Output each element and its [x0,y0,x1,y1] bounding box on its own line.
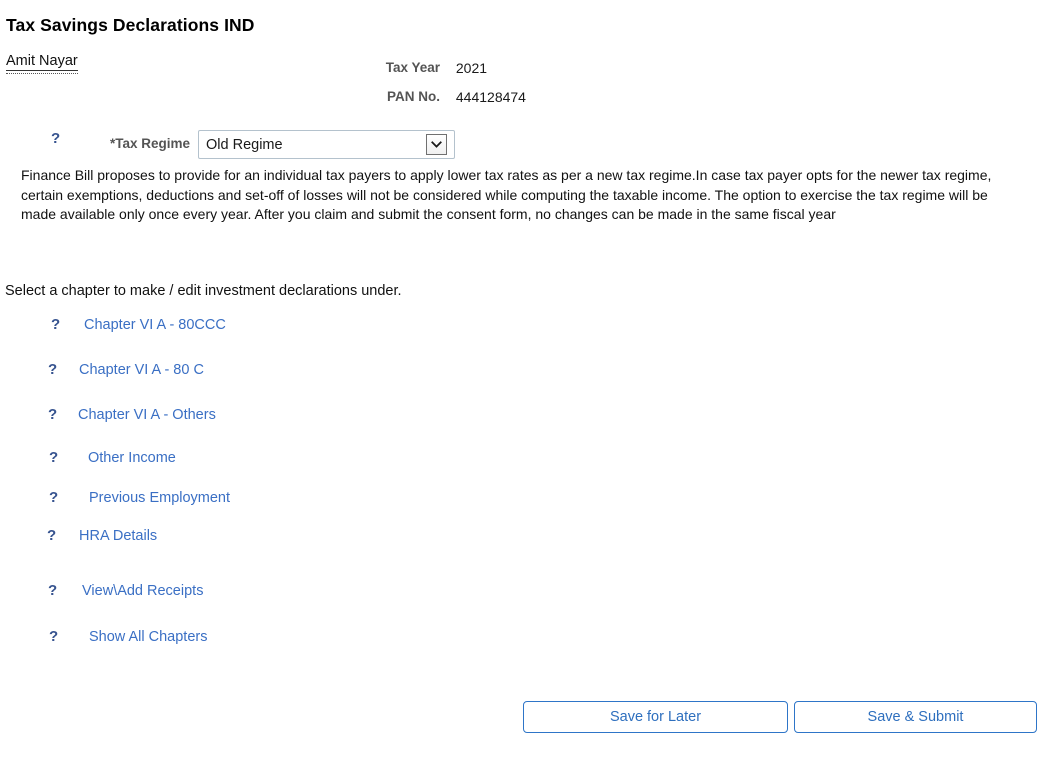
tax-year-row: Tax Year 2021 [300,60,526,89]
chapter-link[interactable]: HRA Details [79,528,157,544]
help-question-icon[interactable]: ? [49,490,58,505]
help-question-icon[interactable]: ? [48,362,57,377]
chapter-link[interactable]: Chapter VI A - 80 C [79,362,204,378]
chapter-link[interactable]: Chapter VI A - Others [78,407,216,423]
help-question-icon[interactable]: ? [48,407,57,422]
tax-year-value: 2021 [455,60,488,76]
tax-regime-select[interactable]: Old RegimeNew Regime [198,130,455,159]
help-question-icon[interactable]: ? [49,450,58,465]
header-fields: Tax Year 2021 PAN No. 444128474 [300,60,526,118]
chapter-link[interactable]: Chapter VI A - 80CCC [84,317,226,333]
tax-year-label: Tax Year [385,60,440,75]
chapter-section-instruction: Select a chapter to make / edit investme… [5,283,402,299]
chapter-link[interactable]: Other Income [88,450,176,466]
help-question-icon[interactable]: ? [49,629,58,644]
page-title: Tax Savings Declarations IND [6,15,255,35]
help-question-icon[interactable]: ? [48,583,57,598]
employee-name: Amit Nayar [6,53,78,71]
save-for-later-button[interactable]: Save for Later [523,701,788,733]
help-question-icon-tax-regime[interactable]: ? [51,131,60,146]
help-question-icon[interactable]: ? [51,317,60,332]
pan-no-row: PAN No. 444128474 [300,89,526,118]
tax-regime-notice-text: Finance Bill proposes to provide for an … [21,167,992,222]
pan-no-value: 444128474 [455,89,526,105]
tax-regime-label: *Tax Regime [109,136,190,151]
help-question-icon[interactable]: ? [47,528,56,543]
save-and-submit-button[interactable]: Save & Submit [794,701,1037,733]
pan-no-label: PAN No. [387,89,440,104]
chapter-link[interactable]: Previous Employment [89,490,230,506]
employee-name-container: Amit Nayar [6,52,78,74]
chapter-link[interactable]: View\Add Receipts [82,583,203,599]
chapter-link[interactable]: Show All Chapters [89,629,207,645]
